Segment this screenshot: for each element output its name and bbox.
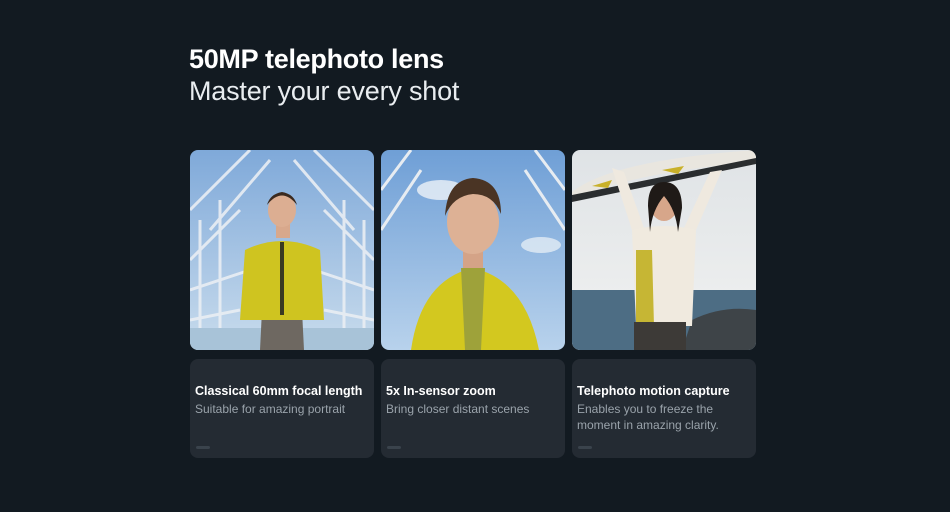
card-tab-decoration <box>578 446 592 449</box>
feature-title: 5x In-sensor zoom <box>386 384 496 398</box>
feature-description: Enables you to freeze the moment in amaz… <box>577 402 719 432</box>
photo-motion <box>572 150 756 350</box>
subheadline: Master your every shot <box>189 76 460 106</box>
headline: 50MP telephoto lens <box>189 44 444 74</box>
feature-title: Telephoto motion capture <box>577 384 730 398</box>
feature-description: Bring closer distant scenes <box>386 402 530 416</box>
card-tab-decoration <box>387 446 401 449</box>
feature-card-focal-length: Classical 60mm focal length Suitable for… <box>190 359 374 458</box>
feature-description: Suitable for amazing portrait <box>195 402 346 416</box>
card-tab-decoration <box>196 446 210 449</box>
photo-portrait <box>190 150 374 350</box>
feature-card-zoom: 5x In-sensor zoom Bring closer distant s… <box>381 359 565 458</box>
feature-card-motion-capture: Telephoto motion capture Enables you to … <box>572 359 756 458</box>
photo-zoom <box>381 150 565 350</box>
feature-title: Classical 60mm focal length <box>195 384 363 398</box>
